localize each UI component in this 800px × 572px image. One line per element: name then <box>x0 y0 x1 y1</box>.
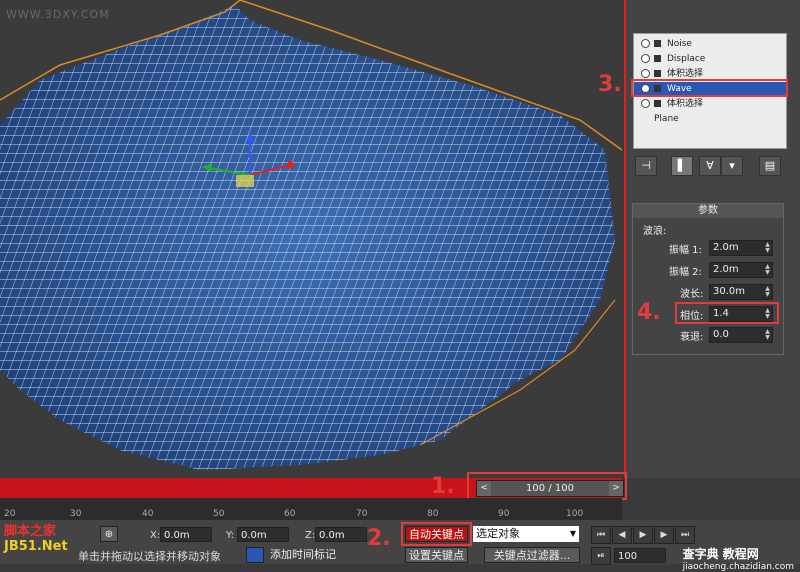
play-icon[interactable]: ▶ <box>633 526 653 544</box>
stack-item-label: Displace <box>667 54 706 64</box>
spinner-arrows-icon[interactable]: ▲ ▼ <box>764 242 771 254</box>
site-watermark: 查字典 教程网 jiaocheng.chazidian.com <box>683 545 794 572</box>
previous-frame-icon[interactable]: ◀ <box>612 526 632 544</box>
ruler-tick: 80 <box>427 509 439 519</box>
bulb-icon[interactable] <box>641 39 650 48</box>
annotation-4: 4. <box>637 300 661 325</box>
x-label: X: <box>150 530 161 541</box>
remove-modifier-icon[interactable]: ▾ <box>721 156 743 176</box>
wave-mesh-graphic <box>0 0 622 470</box>
amplitude2-spinner[interactable]: 2.0m ▲ ▼ <box>709 262 773 278</box>
expand-icon[interactable] <box>654 55 661 62</box>
annotation-1: 1. <box>431 474 455 499</box>
expand-icon[interactable] <box>654 40 661 47</box>
expand-icon[interactable] <box>654 100 661 107</box>
key-mode-toggle-icon[interactable]: ⏯ <box>591 547 611 565</box>
x-coordinate-field[interactable]: 0.0m <box>160 527 212 542</box>
amplitude1-spinner[interactable]: 2.0m ▲ ▼ <box>709 240 773 256</box>
stack-item-label: 体积选择 <box>667 99 704 109</box>
highlight-box-phase <box>675 302 779 324</box>
chevron-down-icon: ▼ <box>569 529 576 538</box>
set-key-button[interactable]: 设置关键点 <box>405 547 468 563</box>
highlight-box-timeslider <box>467 472 627 500</box>
highlight-box-autokey <box>401 522 472 546</box>
spinner-value: 2.0m <box>713 242 739 253</box>
pin-stack-icon[interactable]: ⊣ <box>635 156 657 176</box>
stack-item-plane[interactable]: Plane <box>634 112 786 126</box>
stack-toolbar: ⊣ ▌ ∀ ▾ ▤ <box>633 156 783 178</box>
z-label: Z: <box>305 530 316 541</box>
ruler-tick: 100 <box>566 509 584 519</box>
annotation-2: 2. <box>367 526 391 551</box>
ruler-tick: 40 <box>142 509 154 519</box>
highlight-box-wave <box>631 79 788 97</box>
wavelength-spinner[interactable]: 30.0m ▲ ▼ <box>709 284 773 300</box>
next-frame-icon[interactable]: ▶ <box>654 526 674 544</box>
z-coordinate-field[interactable]: 0.0m <box>315 527 367 542</box>
jb51-bottom-text: JB51.Net <box>4 539 68 554</box>
configure-sets-icon[interactable]: ▤ <box>759 156 781 176</box>
show-end-result-icon[interactable]: ▌ <box>671 156 693 176</box>
spinner-value: 30.0m <box>713 286 746 297</box>
stack-item-volume-select-2[interactable]: 体积选择 <box>634 97 786 111</box>
spinner-value: 2.0m <box>713 264 739 275</box>
viewport-perspective[interactable]: WWW.3DXY.COM <box>0 0 622 478</box>
current-frame-field[interactable]: 100 <box>614 548 666 563</box>
go-to-end-icon[interactable]: ⏭ <box>675 526 695 544</box>
key-mode-dropdown[interactable]: 选定对象 ▼ <box>473 526 579 542</box>
ruler-tick: 70 <box>356 509 368 519</box>
ruler-tick: 20 <box>4 509 16 519</box>
y-coordinate-field[interactable]: 0.0m <box>237 527 289 542</box>
site-watermark-cn: 查字典 教程网 <box>682 547 759 561</box>
param-label-decay: 衰退: <box>680 332 704 343</box>
expand-icon[interactable] <box>654 70 661 77</box>
ruler-tick: 50 <box>213 509 225 519</box>
selection-lock-icon[interactable] <box>246 547 264 563</box>
watermark-text: WWW.3DXY.COM <box>6 8 110 21</box>
add-time-tag-button[interactable]: 添加时间标记 <box>270 547 370 563</box>
lock-selection-icon[interactable]: ⊕ <box>100 526 118 542</box>
spinner-arrows-icon[interactable]: ▲ ▼ <box>764 286 771 298</box>
bulb-icon[interactable] <box>641 69 650 78</box>
status-prompt: 单击并拖动以选择并移动对象 <box>78 550 221 563</box>
bulb-icon[interactable] <box>641 99 650 108</box>
param-label-wavelength: 波长: <box>680 289 704 300</box>
ruler-tick: 60 <box>284 509 296 519</box>
param-label-amplitude2: 振幅 2: <box>669 267 702 278</box>
stack-item-label: Noise <box>667 39 692 49</box>
spinner-value: 0.0 <box>713 329 729 340</box>
ruler-tick: 90 <box>498 509 510 519</box>
annotation-3: 3. <box>598 72 622 97</box>
y-label: Y: <box>226 530 235 541</box>
stack-item-noise[interactable]: Noise <box>634 37 786 51</box>
jb51-top-text: 脚本之家 <box>4 524 57 539</box>
stack-item-label: 体积选择 <box>667 69 704 79</box>
stack-item-label: Plane <box>654 114 679 124</box>
key-filters-button[interactable]: 关键点过滤器... <box>484 547 580 563</box>
stack-item-displace[interactable]: Displace <box>634 52 786 66</box>
track-bar[interactable] <box>0 498 622 520</box>
jb51-logo: 脚本之家 JB51.Net <box>4 520 68 554</box>
spinner-arrows-icon[interactable]: ▲ ▼ <box>764 329 771 341</box>
dropdown-value: 选定对象 <box>476 527 520 540</box>
go-to-start-icon[interactable]: ⏮ <box>591 526 611 544</box>
decay-spinner[interactable]: 0.0 ▲ ▼ <box>709 327 773 343</box>
param-label-amplitude1: 振幅 1: <box>669 245 702 256</box>
group-label-waves: 波浪: <box>643 226 667 237</box>
spinner-arrows-icon[interactable]: ▲ ▼ <box>764 264 771 276</box>
rollout-title[interactable]: 参数 <box>633 204 783 218</box>
bulb-icon[interactable] <box>641 54 650 63</box>
ruler-tick: 30 <box>70 509 82 519</box>
make-unique-icon[interactable]: ∀ <box>699 156 721 176</box>
